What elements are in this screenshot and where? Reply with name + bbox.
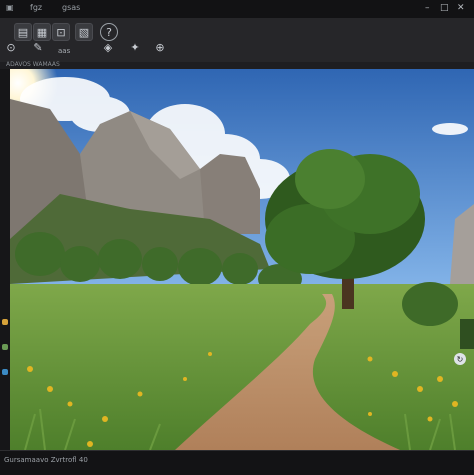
maximize-button[interactable]: □ (440, 3, 449, 13)
handle-icon[interactable] (2, 369, 8, 375)
handle-icon[interactable] (2, 344, 8, 350)
image-canvas[interactable]: ↻ (10, 69, 474, 450)
toolbar-label[interactable]: aas (55, 43, 73, 59)
crop-icon[interactable]: ⊡ (52, 23, 70, 41)
settings-icon[interactable]: ✦ (127, 39, 143, 55)
bush-shadow (460, 319, 474, 349)
menu-item-2[interactable]: gsas (62, 3, 80, 12)
rotate-handle-icon[interactable]: ↻ (454, 353, 466, 365)
layers-icon[interactable]: ◈ (100, 39, 116, 55)
brush-tool-icon[interactable]: ✎ (30, 39, 46, 55)
path-bar: ADAVOS WAMAAS (0, 61, 474, 69)
status-text: Gursamaavo Zvrtrofl 40 (4, 456, 88, 464)
toolbar: ▤ ▦ ⊡ ▧ ? ⊙ ✎ aas ◈ ✦ ⊕ (0, 18, 474, 63)
menu-item-1[interactable]: fgz (30, 3, 42, 12)
app-icon[interactable]: ▣ (6, 3, 14, 12)
zoom-tool-icon[interactable]: ⊙ (3, 39, 19, 55)
close-button[interactable]: ✕ (457, 3, 465, 13)
move-tool-icon[interactable]: ⊕ (152, 39, 168, 55)
landscape-image (10, 69, 474, 450)
status-bar: Gursamaavo Zvrtrofl 40 (0, 450, 474, 475)
image-icon[interactable]: ▧ (75, 23, 93, 41)
left-side-strip (0, 69, 10, 450)
handle-icon[interactable] (2, 319, 8, 325)
minimize-button[interactable]: – (425, 3, 430, 13)
bush (402, 282, 458, 326)
title-bar: ▣ fgz gsas – □ ✕ (0, 0, 474, 18)
path-text: ADAVOS WAMAAS (6, 61, 60, 68)
